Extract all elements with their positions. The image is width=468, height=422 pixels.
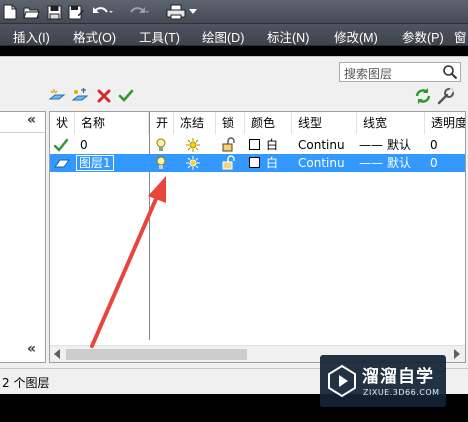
watermark-brand: 溜溜自学 <box>362 367 434 387</box>
layer-count-text: 2 个图层 <box>2 376 50 390</box>
watermark-logo: 溜溜自学 ZIXUE.3D66.COM <box>320 355 446 407</box>
watermark-url: ZIXUE.3D66.COM <box>363 388 440 397</box>
play-logo-icon <box>326 364 358 398</box>
